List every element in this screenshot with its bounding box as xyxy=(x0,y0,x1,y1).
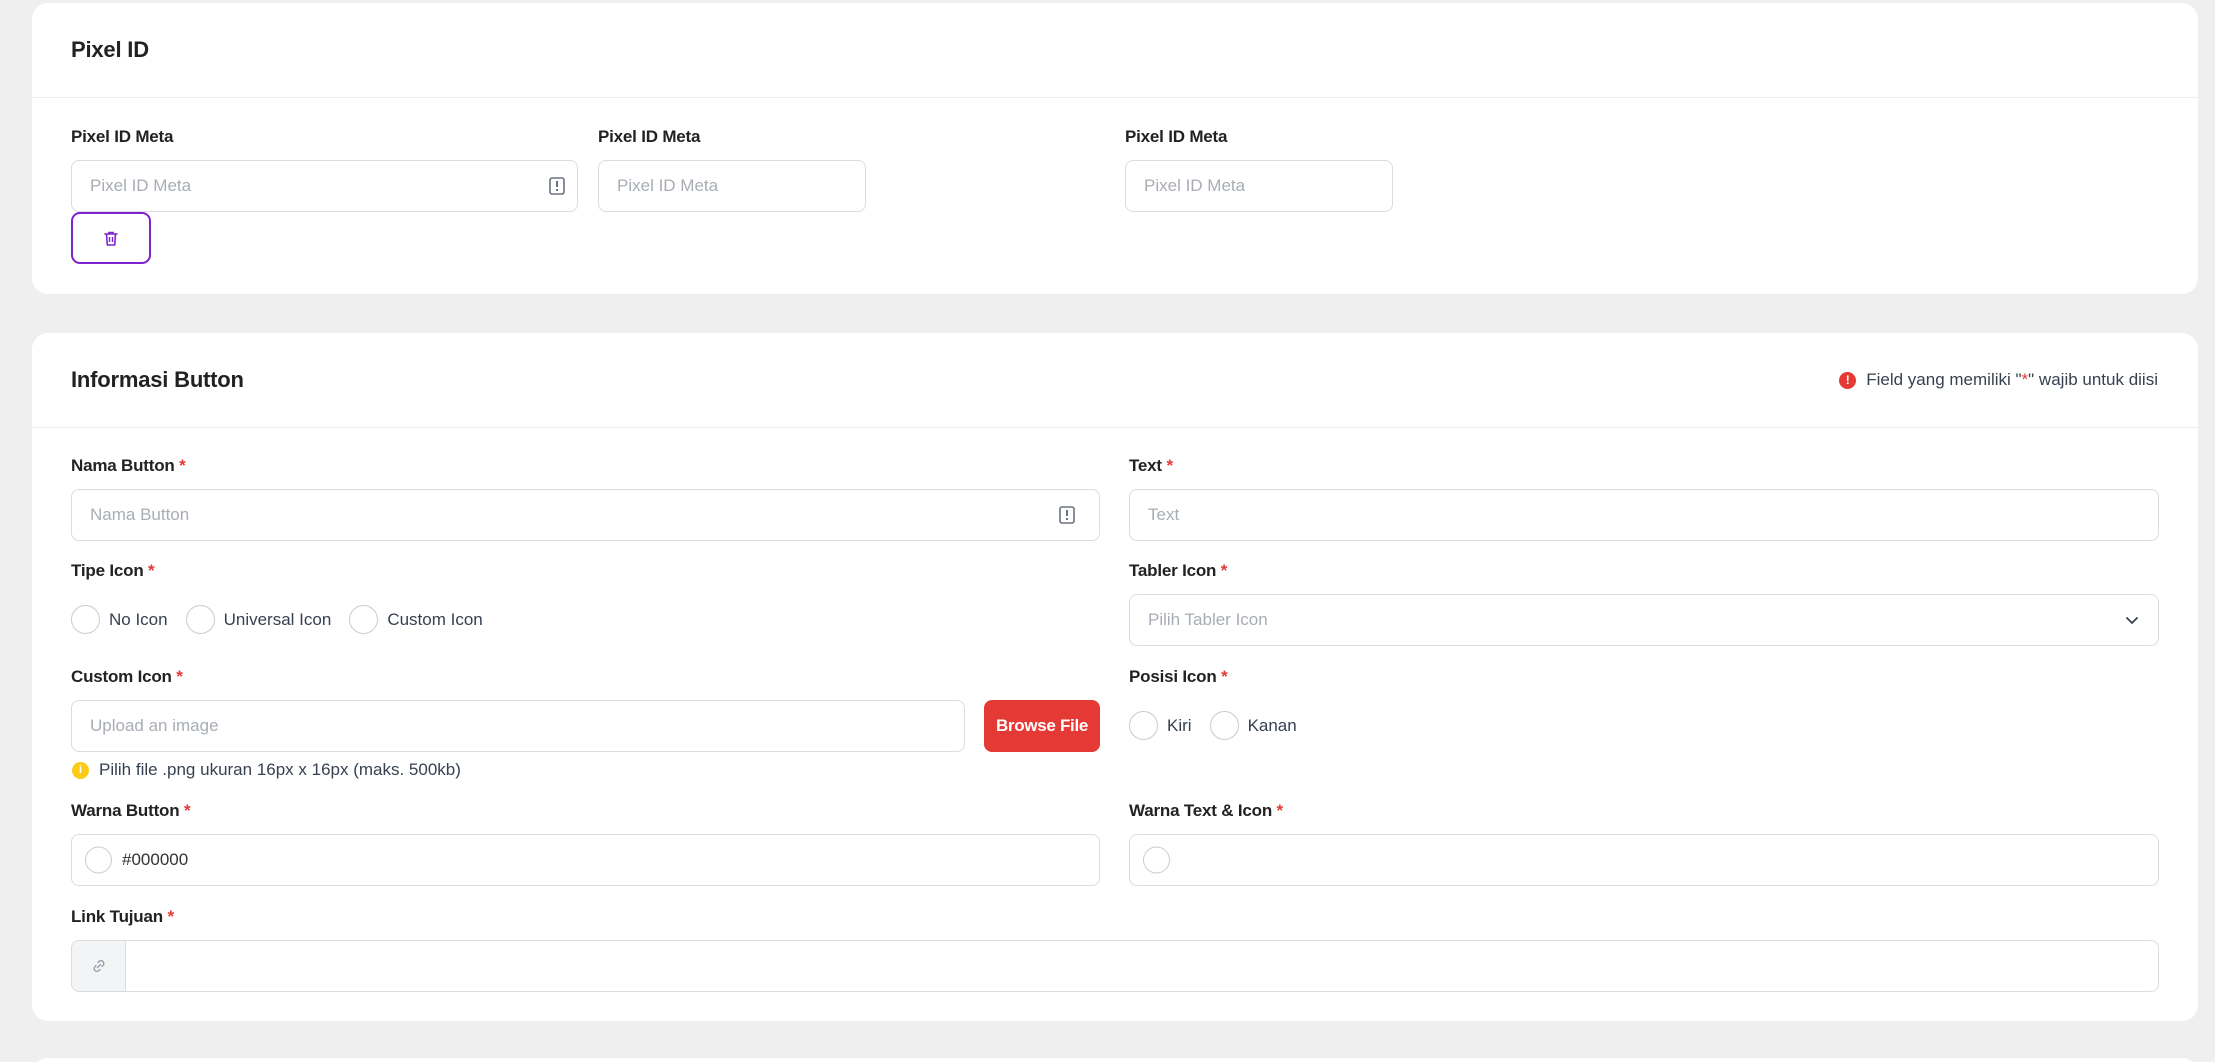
pixel-id-header: Pixel ID xyxy=(32,3,2198,98)
radio-kiri[interactable]: Kiri xyxy=(1129,711,1192,740)
delete-pixel-button[interactable] xyxy=(71,212,151,264)
tabler-icon-select[interactable]: Pilih Tabler Icon xyxy=(1129,594,2159,646)
radio-label: Custom Icon xyxy=(387,609,483,629)
pixel-id-label-3: Pixel ID Meta xyxy=(1125,127,1228,146)
required-notice: ! Field yang memiliki "*" wajib untuk di… xyxy=(1839,370,2158,390)
radio-label: Kiri xyxy=(1167,715,1192,735)
pixel-id-placeholder-1: Pixel ID Meta xyxy=(90,176,192,195)
radio-label: Universal Icon xyxy=(223,609,332,629)
link-icon xyxy=(92,959,105,973)
color-swatch[interactable] xyxy=(1143,846,1170,874)
link-tujuan-label: Link Tujuan * xyxy=(71,907,174,926)
pixel-id-label-2: Pixel ID Meta xyxy=(598,127,701,146)
pixel-id-label-1: Pixel ID Meta xyxy=(71,127,174,146)
warna-button-value: #000000 xyxy=(122,850,189,869)
chevron-down-icon xyxy=(2126,617,2138,624)
nama-button-input[interactable]: Nama Button xyxy=(71,489,1100,541)
pixel-id-input-2[interactable]: Pixel ID Meta xyxy=(598,160,866,212)
warna-button-input[interactable]: #000000 xyxy=(71,834,1100,886)
autofill-icon[interactable] xyxy=(1059,506,1075,524)
pixel-id-input-3[interactable]: Pixel ID Meta xyxy=(1125,160,1393,212)
pixel-id-placeholder-2: Pixel ID Meta xyxy=(617,176,719,195)
posisi-icon-label: Posisi Icon * xyxy=(1129,667,1228,686)
text-label: Text * xyxy=(1129,456,1173,475)
tabler-icon-label: Tabler Icon * xyxy=(1129,561,1228,580)
warna-button-label: Warna Button * xyxy=(71,801,191,820)
required-notice-text: Field yang memiliki "*" wajib untuk diis… xyxy=(1866,370,2158,389)
nama-button-label: Nama Button * xyxy=(71,456,186,475)
radio-label: No Icon xyxy=(109,609,168,629)
radio-circle[interactable] xyxy=(1129,711,1158,740)
tipe-icon-radio-group: No Icon Universal Icon Custom Icon xyxy=(71,605,501,634)
pixel-id-title: Pixel ID xyxy=(71,37,149,62)
link-prefix xyxy=(72,941,126,991)
radio-circle[interactable] xyxy=(1209,711,1239,740)
radio-custom-icon[interactable]: Custom Icon xyxy=(349,605,483,634)
custom-icon-label: Custom Icon * xyxy=(71,667,183,686)
custom-icon-placeholder: Upload an image xyxy=(90,716,219,735)
autofill-icon[interactable] xyxy=(549,177,565,195)
warna-text-icon-label: Warna Text & Icon * xyxy=(1129,801,1283,820)
informasi-button-title: Informasi Button xyxy=(71,367,244,392)
radio-circle[interactable] xyxy=(71,605,100,634)
next-section-card xyxy=(32,1058,2198,1062)
link-tujuan-input[interactable] xyxy=(71,940,2159,992)
tabler-icon-placeholder: Pilih Tabler Icon xyxy=(1148,610,1268,629)
radio-universal-icon[interactable]: Universal Icon xyxy=(185,605,332,634)
nama-button-placeholder: Nama Button xyxy=(90,505,190,524)
pixel-id-card: Pixel ID Pixel ID Meta Pixel ID Meta Pix… xyxy=(32,3,2198,294)
warning-icon: i xyxy=(72,761,89,779)
radio-kanan[interactable]: Kanan xyxy=(1209,711,1297,740)
text-input[interactable]: Text xyxy=(1129,489,2159,541)
browse-file-button[interactable]: Browse File xyxy=(984,700,1100,752)
pixel-id-placeholder-3: Pixel ID Meta xyxy=(1144,176,1246,195)
radio-circle[interactable] xyxy=(185,605,215,634)
radio-label: Kanan xyxy=(1247,715,1297,735)
trash-icon xyxy=(104,231,118,246)
color-swatch[interactable] xyxy=(85,846,112,874)
info-icon: ! xyxy=(1839,371,1857,389)
informasi-button-header: Informasi Button ! Field yang memiliki "… xyxy=(32,333,2198,428)
pixel-id-input-1[interactable]: Pixel ID Meta xyxy=(71,160,578,212)
custom-icon-upload-input[interactable]: Upload an image xyxy=(71,700,965,752)
informasi-button-card: Informasi Button ! Field yang memiliki "… xyxy=(32,333,2198,1021)
custom-icon-hint: i Pilih file .png ukuran 16px x 16px (ma… xyxy=(72,760,461,780)
text-placeholder: Text xyxy=(1148,505,1180,524)
custom-icon-hint-text: Pilih file .png ukuran 16px x 16px (maks… xyxy=(99,760,461,779)
radio-circle[interactable] xyxy=(349,605,379,634)
warna-text-icon-input[interactable] xyxy=(1129,834,2159,886)
tipe-icon-label: Tipe Icon * xyxy=(71,561,155,580)
radio-no-icon[interactable]: No Icon xyxy=(71,605,168,634)
posisi-icon-radio-group: Kiri Kanan xyxy=(1129,711,1315,740)
